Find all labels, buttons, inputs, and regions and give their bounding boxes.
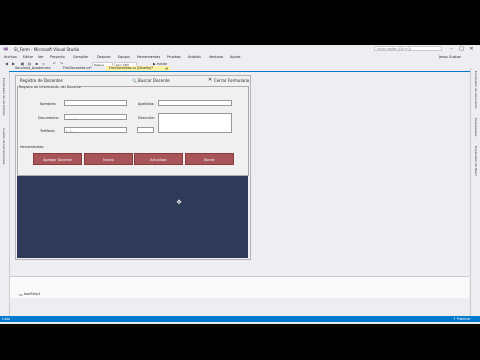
menu-compilar[interactable]: Compilar (73, 55, 88, 59)
apellidos-label: Apellidos: (138, 102, 155, 106)
search-button[interactable]: Buscar Docente (138, 78, 170, 83)
documento-label: Documento: (38, 116, 59, 120)
vs-logo-icon: ∞ (3, 45, 9, 53)
new-button[interactable]: Nuevo (84, 153, 133, 165)
menu-ventana[interactable]: Ventana (209, 55, 223, 59)
close-icon[interactable]: ✕ (467, 46, 476, 52)
menu-herramientas[interactable]: Herramientas (137, 55, 160, 59)
search-icon[interactable]: 🔍 (132, 78, 137, 83)
team-explorer-tab[interactable]: Explorador de Team (474, 146, 478, 176)
info-group-label: Registro de Información del Docente (19, 85, 81, 89)
menu-ver[interactable]: Ver (38, 55, 44, 59)
menu-pruebas[interactable]: Pruebas (167, 55, 181, 59)
quick-launch-input[interactable]: Inicio rápido (Ctrl+Q) (374, 46, 442, 51)
left-sidebar: Explorador de servidores Cuadro de herra… (0, 68, 10, 318)
toolbox-tab[interactable]: Cuadro de herramientas (2, 128, 6, 164)
maximize-icon[interactable]: □ (457, 46, 466, 52)
menu-editar[interactable]: Editar (23, 55, 33, 59)
publish-button[interactable]: ↑ Publicar (453, 317, 470, 321)
form-title: Registro de Docentes (20, 78, 63, 83)
solution-explorer-tab[interactable]: Explorador de soluciones (474, 71, 478, 109)
telefono-label: Teléfono: (40, 129, 56, 133)
apellidos-input[interactable] (158, 100, 232, 106)
title-bar: ∞ SI_Form - Microsoft Visual Studio Inic… (0, 45, 480, 54)
tab-close-icon[interactable]: ✕ (165, 66, 168, 71)
move-icon[interactable]: ✥ (176, 200, 182, 206)
update-button[interactable]: Actualizar (134, 153, 183, 165)
minimize-icon[interactable]: – (447, 46, 456, 52)
menu-archivo[interactable]: Archivo (4, 55, 17, 59)
tab-servicios[interactable]: Servicios_Academico (12, 66, 54, 71)
menu-proyecto[interactable]: Proyecto (50, 55, 65, 59)
menu-ayuda[interactable]: Ayuda (230, 55, 240, 59)
telefono-input[interactable]: (__)-____ (64, 127, 127, 133)
menu-analisis[interactable]: Análisis (188, 55, 201, 59)
direccion-input[interactable] (158, 113, 232, 133)
documento-input[interactable]: ______-_ (64, 114, 127, 120)
toolstrip-icon[interactable]: ▭ (19, 292, 23, 297)
tab-frmdocentes-design[interactable]: FrmDocentes.cs [Diseño]* (106, 66, 170, 71)
status-bar (0, 316, 480, 322)
toolstrip-item[interactable]: toolStrip1 (24, 292, 41, 296)
tab-frmdocentes-code[interactable]: FrmDocentes.cs* (60, 66, 95, 71)
menu-equipo[interactable]: Equipo (118, 55, 130, 59)
window-title: SI_Form - Microsoft Visual Studio (14, 47, 80, 52)
server-explorer-tab[interactable]: Explorador de servidores (2, 78, 6, 116)
properties-tab[interactable]: Propiedades (474, 118, 478, 136)
right-sidebar: Explorador de soluciones Propiedades Exp… (470, 68, 480, 318)
component-tray (10, 276, 469, 298)
nombres-input[interactable] (64, 100, 127, 106)
status-text: Listo (2, 317, 11, 321)
user-name[interactable]: Jesus Gustav (439, 55, 461, 59)
tools-label: Herramientas: (20, 145, 45, 149)
form-frmdocentes: Registro de Docentes 🔍 Buscar Docente ✕ … (15, 75, 251, 260)
close-form-icon[interactable]: ✕ (208, 77, 212, 83)
add-teacher-button[interactable]: Agregar Docente (33, 153, 82, 165)
id-input[interactable] (137, 127, 154, 133)
menu-depurar[interactable]: Depurar (97, 55, 111, 59)
data-panel[interactable]: ✥ (17, 176, 248, 258)
delete-button[interactable]: Borrar (185, 153, 234, 165)
nombres-label: Nombres: (40, 102, 57, 106)
direccion-label: Dirección: (138, 116, 155, 120)
close-form-button[interactable]: Cerrar Formulario (214, 78, 249, 83)
